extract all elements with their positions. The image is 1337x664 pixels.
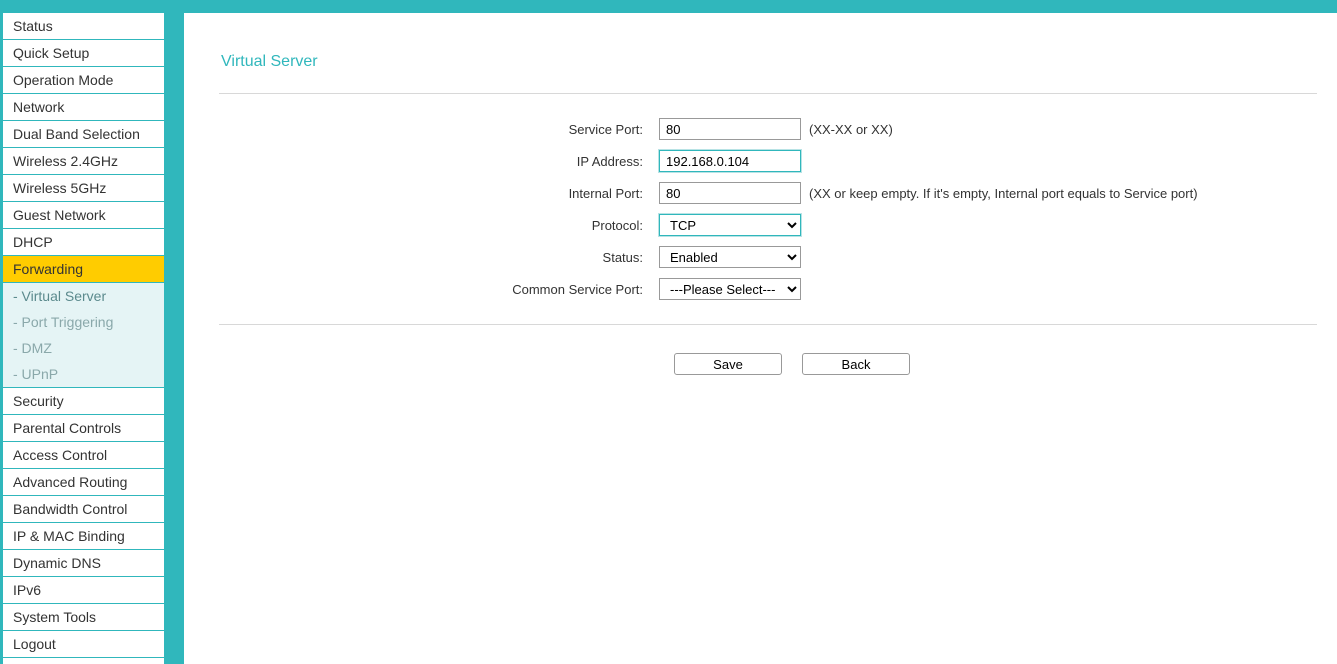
separator-bottom bbox=[219, 324, 1317, 325]
sidebar-item-label: Advanced Routing bbox=[13, 474, 127, 490]
sidebar-item-guest-network[interactable]: Guest Network bbox=[3, 202, 164, 229]
sidebar-sub-upnp[interactable]: - UPnP bbox=[3, 361, 164, 387]
sidebar-item-parental-controls[interactable]: Parental Controls bbox=[3, 415, 164, 442]
sidebar-item-label: Wireless 2.4GHz bbox=[13, 153, 118, 169]
sidebar-item-label: Dual Band Selection bbox=[13, 126, 140, 142]
status-select[interactable]: Enabled bbox=[659, 246, 801, 268]
sidebar-item-network[interactable]: Network bbox=[3, 94, 164, 121]
sidebar-item-bandwidth-control[interactable]: Bandwidth Control bbox=[3, 496, 164, 523]
common-service-port-select[interactable]: ---Please Select--- bbox=[659, 278, 801, 300]
protocol-select[interactable]: TCP bbox=[659, 214, 801, 236]
sidebar-item-label: Forwarding bbox=[13, 261, 83, 277]
sidebar-item-label: Wireless 5GHz bbox=[13, 180, 106, 196]
virtual-server-form: Service Port: (XX-XX or XX) IP Address: … bbox=[219, 118, 1317, 300]
sidebar-item-label: IPv6 bbox=[13, 582, 41, 598]
sidebar-item-label: Bandwidth Control bbox=[13, 501, 127, 517]
sidebar-item-label: Network bbox=[13, 99, 64, 115]
label-internal-port: Internal Port: bbox=[219, 186, 659, 201]
sidebar-item-label: Parental Controls bbox=[13, 420, 121, 436]
sidebar-sub-virtual-server[interactable]: - Virtual Server bbox=[3, 283, 164, 309]
sidebar-item-forwarding[interactable]: Forwarding bbox=[3, 256, 164, 283]
sidebar-item-label: Access Control bbox=[13, 447, 107, 463]
sidebar-item-status[interactable]: Status bbox=[3, 13, 164, 40]
sidebar-item-label: - UPnP bbox=[13, 366, 58, 382]
back-button[interactable]: Back bbox=[802, 353, 910, 375]
label-protocol: Protocol: bbox=[219, 218, 659, 233]
sidebar-item-security[interactable]: Security bbox=[3, 388, 164, 415]
sidebar-item-label: System Tools bbox=[13, 609, 96, 625]
sidebar-item-wireless-24ghz[interactable]: Wireless 2.4GHz bbox=[3, 148, 164, 175]
sidebar-item-ipv6[interactable]: IPv6 bbox=[3, 577, 164, 604]
internal-port-input[interactable] bbox=[659, 182, 801, 204]
content-area: Virtual Server Service Port: (XX-XX or X… bbox=[184, 13, 1337, 664]
sidebar-item-dual-band-selection[interactable]: Dual Band Selection bbox=[3, 121, 164, 148]
label-status: Status: bbox=[219, 250, 659, 265]
sidebar-item-label: Status bbox=[13, 18, 53, 34]
sidebar-item-advanced-routing[interactable]: Advanced Routing bbox=[3, 469, 164, 496]
sidebar-submenu-forwarding: - Virtual Server - Port Triggering - DMZ… bbox=[3, 283, 164, 388]
label-service-port: Service Port: bbox=[219, 122, 659, 137]
page-title: Virtual Server bbox=[219, 53, 1317, 71]
sidebar-item-dhcp[interactable]: DHCP bbox=[3, 229, 164, 256]
sidebar-item-label: Quick Setup bbox=[13, 45, 89, 61]
sidebar-item-operation-mode[interactable]: Operation Mode bbox=[3, 67, 164, 94]
sidebar-item-quick-setup[interactable]: Quick Setup bbox=[3, 40, 164, 67]
sidebar-item-label: DHCP bbox=[13, 234, 53, 250]
sidebar-item-label: Operation Mode bbox=[13, 72, 113, 88]
sidebar-item-dynamic-dns[interactable]: Dynamic DNS bbox=[3, 550, 164, 577]
top-bar bbox=[0, 0, 1337, 13]
label-common-service-port: Common Service Port: bbox=[219, 282, 659, 297]
sidebar-sub-port-triggering[interactable]: - Port Triggering bbox=[3, 309, 164, 335]
sidebar-item-label: Guest Network bbox=[13, 207, 106, 223]
sidebar: Status Quick Setup Operation Mode Networ… bbox=[0, 13, 164, 664]
ip-address-input[interactable] bbox=[659, 150, 801, 172]
sidebar-item-label: - Port Triggering bbox=[13, 314, 113, 330]
sidebar-sub-dmz[interactable]: - DMZ bbox=[3, 335, 164, 361]
hint-service-port: (XX-XX or XX) bbox=[809, 122, 893, 137]
sidebar-item-label: - Virtual Server bbox=[13, 288, 106, 304]
sidebar-item-label: Security bbox=[13, 393, 64, 409]
hint-internal-port: (XX or keep empty. If it's empty, Intern… bbox=[809, 186, 1198, 201]
sidebar-item-ip-mac-binding[interactable]: IP & MAC Binding bbox=[3, 523, 164, 550]
service-port-input[interactable] bbox=[659, 118, 801, 140]
sidebar-rail bbox=[164, 13, 184, 664]
save-button[interactable]: Save bbox=[674, 353, 782, 375]
separator-top bbox=[219, 93, 1317, 94]
sidebar-item-access-control[interactable]: Access Control bbox=[3, 442, 164, 469]
sidebar-item-wireless-5ghz[interactable]: Wireless 5GHz bbox=[3, 175, 164, 202]
sidebar-item-system-tools[interactable]: System Tools bbox=[3, 604, 164, 631]
sidebar-item-label: IP & MAC Binding bbox=[13, 528, 125, 544]
sidebar-item-label: - DMZ bbox=[13, 340, 52, 356]
label-ip-address: IP Address: bbox=[219, 154, 659, 169]
sidebar-item-label: Dynamic DNS bbox=[13, 555, 101, 571]
sidebar-item-label: Logout bbox=[13, 636, 56, 652]
sidebar-item-logout[interactable]: Logout bbox=[3, 631, 164, 658]
